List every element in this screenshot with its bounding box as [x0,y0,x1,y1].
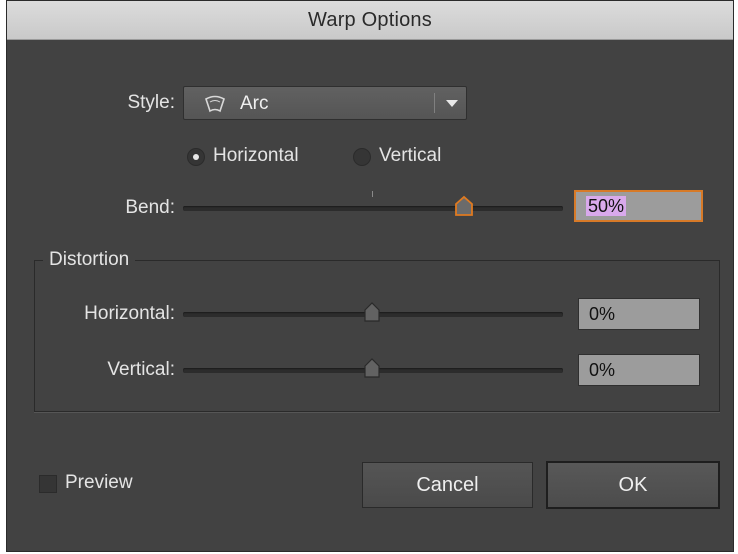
radio-horizontal[interactable] [187,148,205,166]
warp-options-dialog: Warp Options Style: Arc Horizontal Verti… [6,0,734,552]
distortion-vertical-label: Vertical: [107,359,175,380]
style-value: Arc [240,93,269,114]
chevron-down-icon[interactable] [446,100,458,107]
bend-label: Bend: [125,197,175,218]
dialog-title: Warp Options [308,8,432,31]
radio-horizontal-label[interactable]: Horizontal [213,145,299,167]
distortion-horizontal-thumb[interactable] [363,301,381,323]
radio-vertical-label[interactable]: Vertical [379,145,441,167]
bend-slider-track[interactable] [183,206,563,211]
title-bar: Warp Options [7,1,733,40]
bend-value-field[interactable]: 50% [574,190,703,222]
dropdown-divider [434,93,435,113]
distortion-group [34,260,720,412]
distortion-title: Distortion [43,249,136,271]
cancel-button[interactable]: Cancel [362,462,533,508]
preview-label[interactable]: Preview [65,472,133,494]
radio-vertical[interactable] [353,148,371,166]
bend-value-text: 50% [586,196,627,216]
distortion-vertical-field[interactable]: 0% [578,354,700,386]
bend-slider-thumb[interactable] [454,195,474,217]
preview-checkbox[interactable] [39,475,57,493]
style-dropdown[interactable]: Arc [183,86,467,120]
distortion-vertical-thumb[interactable] [363,357,381,379]
arc-warp-icon [204,95,226,118]
ok-button[interactable]: OK [546,461,720,509]
style-label: Style: [127,92,175,113]
distortion-horizontal-label: Horizontal: [84,303,175,324]
bend-center-tick [372,191,373,197]
distortion-horizontal-field[interactable]: 0% [578,298,700,330]
